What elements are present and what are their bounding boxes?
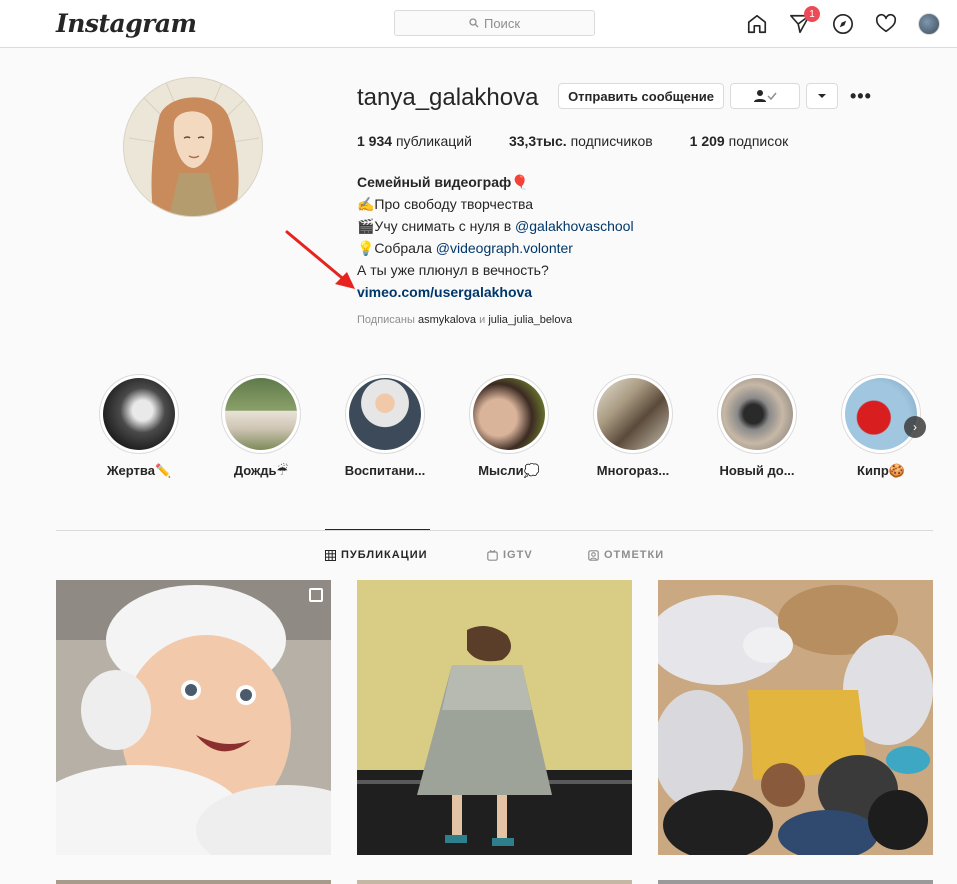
tabs-divider <box>56 530 933 531</box>
highlight-item[interactable]: Многораз... <box>593 374 673 478</box>
post-thumbnail[interactable] <box>658 580 933 855</box>
more-options-icon[interactable]: ••• <box>850 86 872 107</box>
top-navigation: Instagram Поиск 1 <box>0 0 957 48</box>
search-input[interactable]: Поиск <box>394 10 595 36</box>
highlight-item[interactable]: Дождь☔ <box>221 374 301 479</box>
bio-mention-link[interactable]: @videograph.volonter <box>436 240 573 256</box>
igtv-icon <box>487 549 498 561</box>
suggestions-dropdown-button[interactable] <box>806 83 838 109</box>
following-count[interactable]: 1 209 подписок <box>690 133 789 149</box>
profile-stats: 1 934 публикаций 33,3тыс. подписчиков 1 … <box>357 133 825 149</box>
followers-count[interactable]: 33,3тыс. подписчиков <box>509 133 653 149</box>
tab-posts[interactable]: ПУБЛИКАЦИИ <box>325 549 428 561</box>
highlight-item[interactable]: Мысли💭 <box>469 374 549 479</box>
notification-badge: 1 <box>804 6 820 22</box>
highlight-item[interactable]: Жертва✏️ <box>99 374 179 479</box>
explore-icon[interactable] <box>831 12 855 36</box>
highlight-item[interactable]: Новый до... <box>717 374 797 478</box>
post-thumbnail[interactable] <box>658 880 933 884</box>
bio-line: А ты уже плюнул в вечность? <box>357 262 549 278</box>
bio-name: Семейный видеограф🎈 <box>357 174 529 190</box>
profile-username: tanya_galakhova <box>357 84 539 111</box>
followed-by[interactable]: Подписаны asmykalova и julia_julia_belov… <box>357 314 572 326</box>
search-placeholder: Поиск <box>483 15 521 31</box>
profile-bio: Семейный видеограф🎈 ✍️Про свободу творче… <box>357 171 634 303</box>
direct-icon[interactable]: 1 <box>788 6 820 36</box>
bio-line: 💡Собрала @videograph.volonter <box>357 240 573 256</box>
post-thumbnail[interactable] <box>357 580 632 855</box>
bio-line: 🎬Учу снимать с нуля в @galakhovaschool <box>357 218 634 234</box>
profile-picture[interactable] <box>123 77 263 217</box>
activity-heart-icon[interactable] <box>874 12 898 36</box>
highlights-next-arrow-icon[interactable]: › <box>904 416 926 438</box>
home-icon[interactable] <box>745 12 769 36</box>
bio-line: ✍️Про свободу творчества <box>357 196 534 212</box>
website-link[interactable]: vimeo.com/usergalakhova <box>357 281 634 303</box>
user-check-icon <box>754 90 777 102</box>
post-thumbnail[interactable] <box>357 880 632 884</box>
send-message-button[interactable]: Отправить сообщение <box>558 83 724 109</box>
tab-igtv[interactable]: IGTV <box>487 549 533 561</box>
post-thumbnail[interactable] <box>56 580 331 855</box>
grid-icon <box>325 549 336 561</box>
posts-count: 1 934 публикаций <box>357 133 472 149</box>
instagram-logo[interactable]: Instagram <box>56 9 197 38</box>
search-icon <box>469 18 479 28</box>
bio-mention-link[interactable]: @galakhovaschool <box>515 218 634 234</box>
post-thumbnail[interactable] <box>56 880 331 884</box>
chevron-down-icon <box>818 94 826 98</box>
profile-avatar[interactable] <box>917 12 941 36</box>
tab-tagged[interactable]: ОТМЕТКИ <box>588 549 664 561</box>
annotation-arrow-icon <box>285 230 355 289</box>
active-tab-indicator <box>325 529 430 530</box>
tagged-icon <box>588 549 599 561</box>
following-button[interactable] <box>730 83 800 109</box>
multiple-photos-icon <box>309 588 323 602</box>
highlight-item[interactable]: Воспитани... <box>345 374 425 478</box>
